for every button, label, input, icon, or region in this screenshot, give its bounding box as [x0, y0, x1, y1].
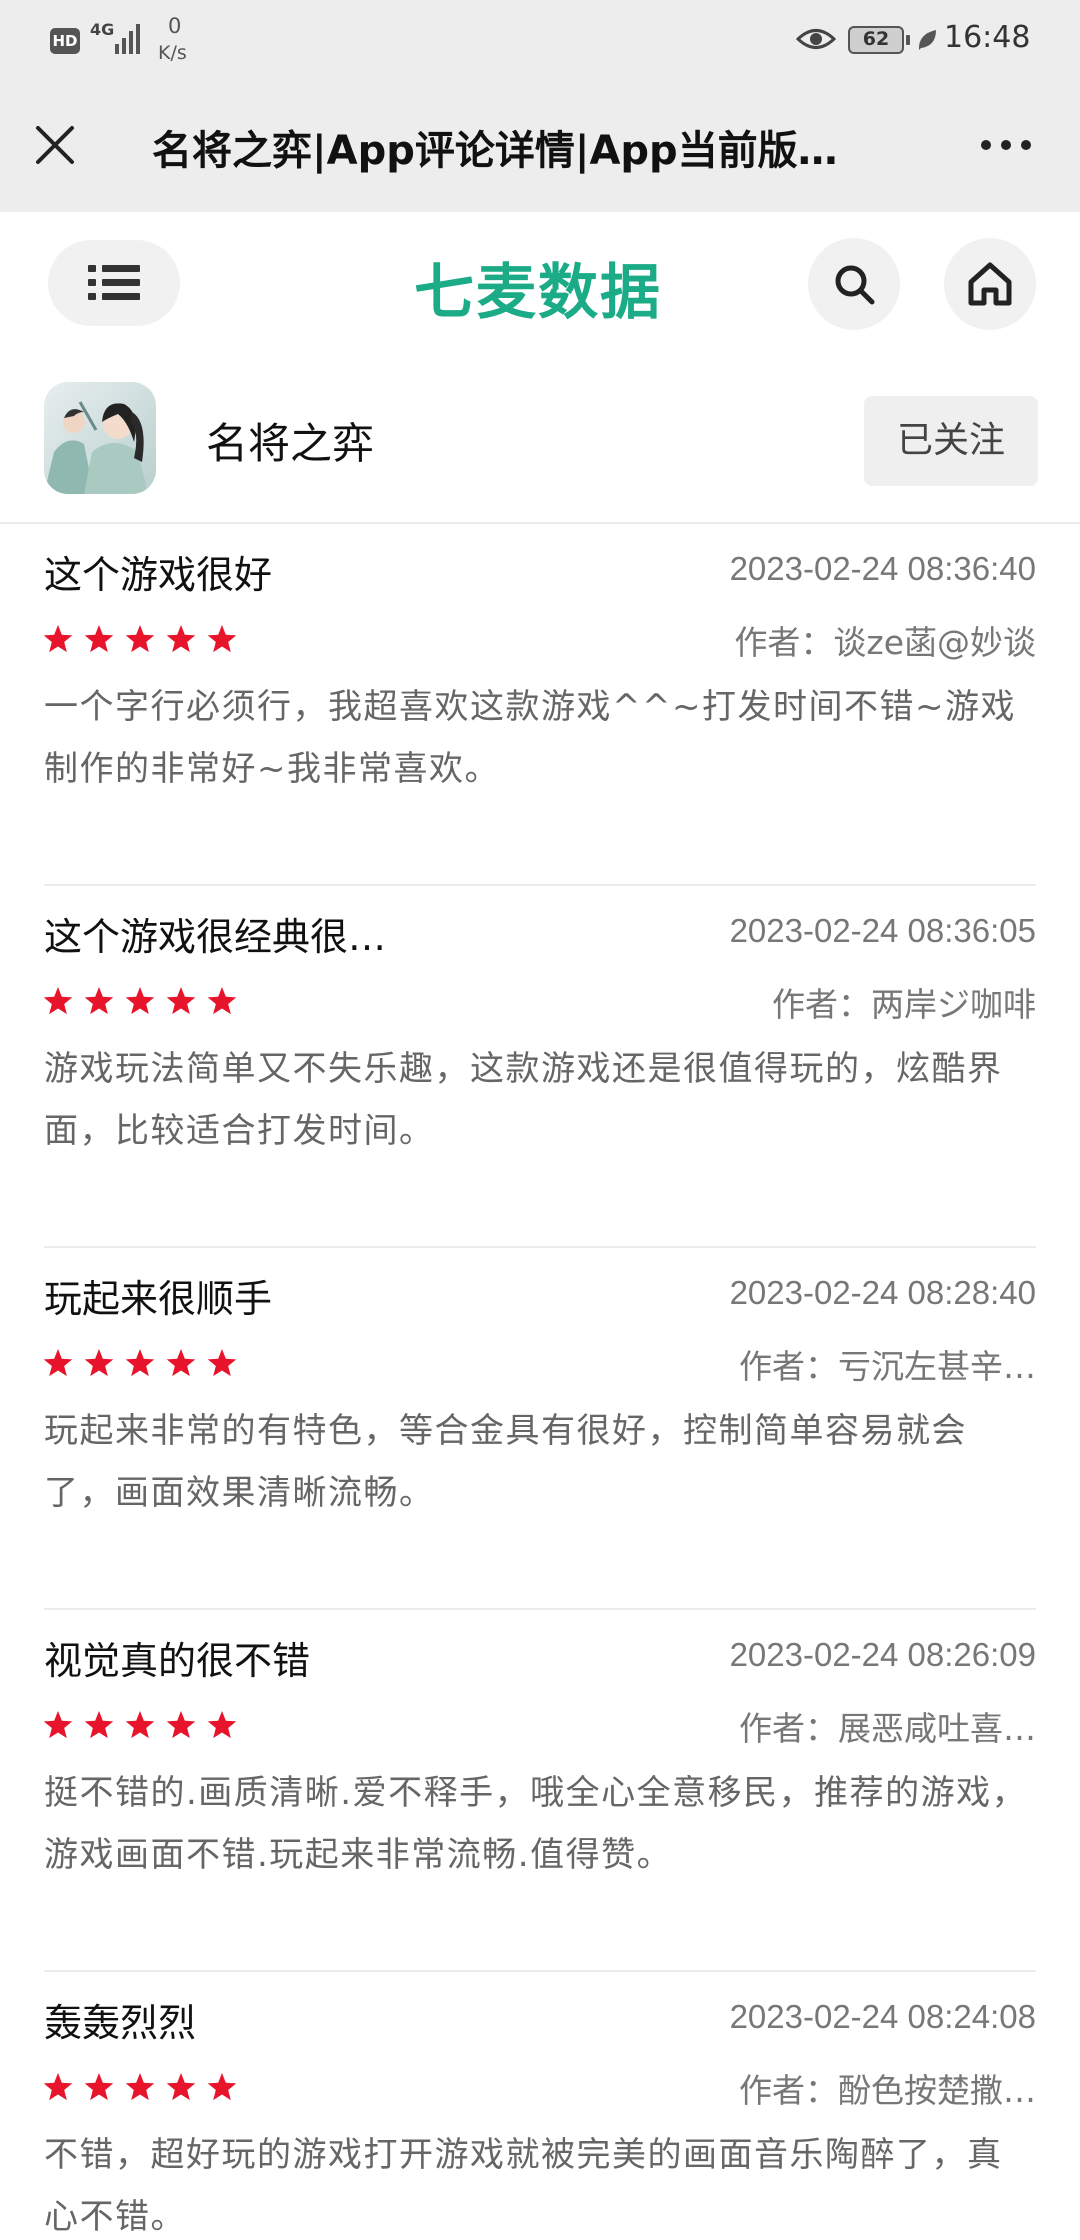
review-author: 作者：亏沉左甚辛…: [739, 1347, 1036, 1386]
star-icon: [84, 1349, 114, 1377]
home-icon: [968, 262, 1012, 306]
review-body: 玩起来非常的有特色，等合金具有很好，控制简单容易就会了，画面效果清晰流畅。: [44, 1411, 967, 1513]
menu-icon: [88, 265, 140, 300]
review-body: 挺不错的.画质清晰.爱不释手，哦全心全意移民，推荐的游戏，游戏画面不错.玩起来非…: [44, 1773, 1028, 1875]
review-author: 作者：酚色按楚撒…: [739, 2071, 1036, 2110]
star-icon: [207, 2073, 237, 2101]
status-bar: HD 4G 0 K/s 62 16:48: [0, 0, 1080, 80]
review-author: 作者：两岸ジ咖啡: [772, 985, 1036, 1024]
star-icon: [44, 2073, 73, 2101]
site-logo[interactable]: 七麦数据: [414, 244, 662, 331]
title-bar: 名将之弈|App评论详情|App当前版…: [0, 80, 1080, 212]
more-icon[interactable]: [976, 120, 1036, 170]
star-icon: [44, 1349, 73, 1377]
star-icon: [84, 1711, 114, 1739]
star-icon: [125, 2073, 155, 2101]
review-author: 作者：展恶咸吐喜…: [739, 1709, 1036, 1748]
review-item: 这个游戏很好 2023-02-24 08:36:40 作者：谈ze菡@妙谈 一个…: [44, 524, 1036, 886]
star-icon: [207, 1349, 237, 1377]
menu-button[interactable]: [48, 240, 180, 326]
search-icon: [835, 265, 875, 305]
star-icon: [166, 1349, 196, 1377]
review-title: 玩起来很顺手: [44, 1277, 273, 1321]
review-time: 2023-02-24 08:28:40: [729, 1274, 1036, 1311]
net-speed-value: 0: [168, 14, 182, 38]
star-icon: [125, 625, 155, 653]
star-icon: [207, 625, 237, 653]
eye-icon: [796, 29, 836, 49]
review-time: 2023-02-24 08:24:08: [729, 1998, 1036, 2035]
star-rating: [44, 625, 237, 653]
star-icon: [207, 1711, 237, 1739]
review-title: 视觉真的很不错: [44, 1639, 311, 1683]
star-icon: [207, 987, 237, 1015]
review-body: 一个字行必须行，我超喜欢这款游戏^^~打发时间不错~游戏制作的非常好~我非常喜欢…: [44, 687, 1016, 789]
app-icon[interactable]: [44, 382, 156, 494]
star-icon: [44, 1711, 73, 1739]
app-header: 名将之弈 已关注: [0, 362, 1080, 524]
app-artwork: [44, 382, 156, 494]
review-author: 作者：谈ze菡@妙谈: [734, 623, 1036, 662]
review-body: 不错，超好玩的游戏打开游戏就被完美的画面音乐陶醉了，真心不错。: [44, 2135, 1003, 2237]
star-icon: [44, 987, 73, 1015]
site-nav: 七麦数据: [0, 212, 1080, 362]
star-icon: [125, 1349, 155, 1377]
app-name: 名将之弈: [206, 419, 375, 468]
clock: 16:48: [944, 20, 1031, 55]
review-item: 玩起来很顺手 2023-02-24 08:28:40 作者：亏沉左甚辛… 玩起来…: [44, 1248, 1036, 1610]
review-time: 2023-02-24 08:36:05: [729, 912, 1036, 949]
review-item: 轰轰烈烈 2023-02-24 08:24:08 作者：酚色按楚撒… 不错，超好…: [44, 1972, 1036, 2240]
star-rating: [44, 2073, 237, 2101]
review-title: 这个游戏很经典很…: [44, 915, 387, 959]
star-rating: [44, 987, 237, 1015]
follow-button[interactable]: 已关注: [864, 396, 1038, 486]
review-item: 这个游戏很经典很… 2023-02-24 08:36:05 作者：两岸ジ咖啡 游…: [44, 886, 1036, 1248]
close-icon[interactable]: [30, 120, 80, 170]
home-button[interactable]: [944, 238, 1036, 330]
leaf-icon: [918, 30, 936, 50]
search-button[interactable]: [808, 238, 900, 330]
review-time: 2023-02-24 08:36:40: [729, 550, 1036, 587]
page-title: 名将之弈|App评论详情|App当前版…: [152, 128, 838, 174]
star-icon: [125, 1711, 155, 1739]
star-icon: [84, 987, 114, 1015]
star-icon: [125, 987, 155, 1015]
signal-icon: [115, 22, 143, 54]
star-rating: [44, 1711, 237, 1739]
review-time: 2023-02-24 08:26:09: [729, 1636, 1036, 1673]
star-icon: [166, 2073, 196, 2101]
star-rating: [44, 1349, 237, 1377]
star-icon: [84, 2073, 114, 2101]
star-icon: [44, 625, 73, 653]
star-icon: [166, 987, 196, 1015]
review-title: 轰轰烈烈: [44, 2001, 197, 2045]
hd-badge: HD: [50, 28, 80, 54]
star-icon: [166, 625, 196, 653]
review-item: 视觉真的很不错 2023-02-24 08:26:09 作者：展恶咸吐喜… 挺不…: [44, 1610, 1036, 1972]
net-speed-unit: K/s: [158, 42, 187, 64]
network-type: 4G: [90, 20, 115, 39]
star-icon: [84, 625, 114, 653]
review-body: 游戏玩法简单又不失乐趣，这款游戏还是很值得玩的，炫酷界面，比较适合打发时间。: [44, 1049, 1003, 1151]
star-icon: [166, 1711, 196, 1739]
review-title: 这个游戏很好: [44, 553, 273, 597]
battery-icon: 62: [848, 26, 910, 54]
